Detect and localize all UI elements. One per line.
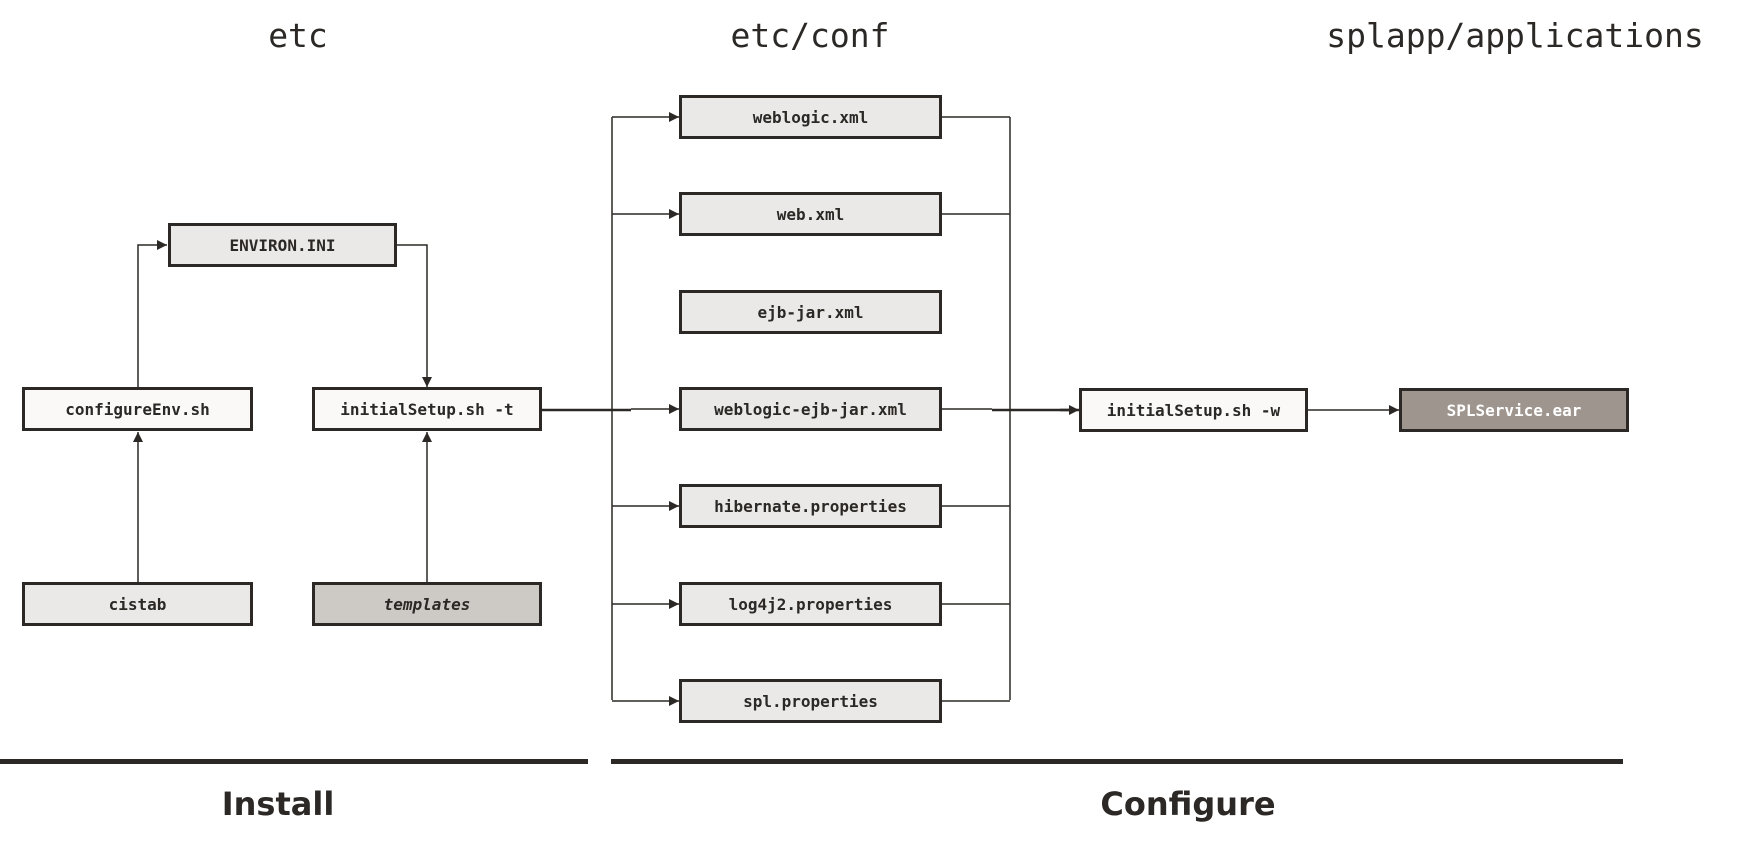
conf-file-box[interactable]: web.xml [679,192,942,236]
conf-file-box[interactable]: hibernate.properties [679,484,942,528]
conf-file-box[interactable]: weblogic-ejb-jar.xml [679,387,942,431]
install-phase-bar [0,759,588,764]
initial-setup-t-box[interactable]: initialSetup.sh -t [312,387,542,431]
configure-phase-label: Configure [1100,785,1276,823]
environ-ini-box[interactable]: ENVIRON.INI [168,223,397,267]
cistab-box[interactable]: cistab [22,582,253,626]
conf-file-box[interactable]: ejb-jar.xml [679,290,942,334]
conf-file-box[interactable]: log4j2.properties [679,582,942,626]
install-phase-label: Install [221,785,335,823]
spl-service-ear-box[interactable]: SPLService.ear [1399,388,1629,432]
column-title-etc-conf: etc/conf [730,16,890,55]
configure-env-box[interactable]: configureEnv.sh [22,387,253,431]
column-title-etc: etc [268,16,328,55]
arrow-configureenv-to-environ [137,240,167,387]
column-title-splapp-applications: splapp/applications [1326,16,1704,55]
initial-setup-w-box[interactable]: initialSetup.sh -w [1079,388,1308,432]
conf-file-box[interactable]: spl.properties [679,679,942,723]
templates-box[interactable]: templates [312,582,542,626]
conf-file-box[interactable]: weblogic.xml [679,95,942,139]
configure-phase-bar [611,759,1623,764]
arrow-environ-to-initialsetup-t [397,244,432,387]
